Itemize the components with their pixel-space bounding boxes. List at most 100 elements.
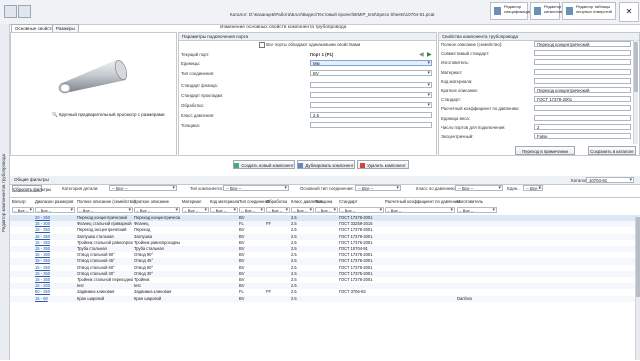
prop-value-field[interactable]: Переход концентрический — [534, 41, 631, 47]
flange-std-label: Стандарт фланца: — [181, 83, 218, 88]
prop-value-field[interactable]: ГОСТ 17378-2001 — [534, 96, 631, 103]
size-range-link[interactable]: 15 - 50 — [35, 296, 75, 302]
prop-value-field[interactable] — [534, 105, 631, 112]
table-cell: Кран шаровой — [77, 295, 105, 301]
preview-caption: 🔍 Крупный предварительный просмотр с раз… — [52, 112, 165, 117]
prev-port-icon[interactable]: ◀ — [419, 51, 424, 58]
save-to-catalog-button[interactable]: Сохранить в каталоге — [588, 146, 636, 155]
preview-note-button[interactable]: Переход в примечании — [515, 146, 575, 155]
prop-value-field[interactable] — [534, 50, 631, 57]
column-filter-select[interactable]: -- Все -- — [291, 207, 314, 213]
duplicate-component-button[interactable]: Дублировать компонент — [297, 160, 355, 169]
column-filter-select[interactable]: -- Все -- — [339, 207, 384, 213]
units-select[interactable]: Мм — [310, 60, 432, 66]
column-filter-select[interactable]: -- Все -- — [77, 207, 133, 213]
column-filter-select[interactable]: -- Все -- — [210, 207, 238, 213]
component-type-filter-select[interactable]: -- Все -- — [223, 185, 289, 191]
close-button[interactable]: ✕ — [619, 2, 639, 22]
units-filter-select[interactable]: -- Все -- — [523, 185, 543, 191]
pipe-preview-image — [58, 60, 128, 94]
column-filter-select[interactable]: -- Все -- — [12, 207, 34, 213]
table-scrollbar[interactable] — [635, 215, 640, 360]
component-type-filter-label: Тип компонента: — [190, 186, 223, 191]
same-ports-checkbox[interactable] — [259, 42, 265, 48]
prop-value-field[interactable]: Переход концентрический — [534, 87, 631, 93]
prop-label: Код материала: — [441, 78, 473, 84]
prop-label: Полное описание (семейство): — [441, 42, 503, 47]
column-header[interactable]: Полное описание (семейство) — [77, 199, 136, 204]
machining-select[interactable] — [310, 102, 432, 108]
column-filter-select[interactable]: -- Все -- — [182, 207, 209, 213]
conn-type-select[interactable]: BV — [310, 70, 432, 76]
prop-label: Изготовитель: — [441, 60, 469, 66]
delete-component-button[interactable]: Удалить компонент — [357, 160, 409, 169]
save-icon[interactable] — [18, 5, 31, 18]
column-filter-select[interactable]: -- Все -- — [239, 207, 265, 213]
add-icon — [234, 163, 240, 169]
duplicate-icon — [298, 163, 304, 169]
prop-value-field[interactable]: 2 — [534, 123, 631, 130]
app-icon — [4, 5, 17, 18]
thickness-input[interactable] — [310, 122, 432, 128]
column-filter-select[interactable]: -- Все -- — [134, 207, 180, 213]
next-port-icon[interactable]: ▶ — [427, 51, 432, 58]
prop-label: Краткое описание: — [441, 88, 479, 93]
machining-label: Обработка: — [181, 103, 204, 108]
category-filter-select[interactable]: -- Все -- — [109, 185, 177, 191]
column-filter-select[interactable]: -- Все -- — [457, 207, 497, 213]
column-header[interactable]: Обработка — [266, 199, 287, 204]
side-panel-strip[interactable]: Редактор компонентов трубопровода — [0, 24, 10, 360]
catalog-filter-select[interactable]: 10704-91 — [586, 177, 634, 183]
sidebar-label: Редактор компонентов трубопровода — [1, 154, 6, 233]
prop-label: Эксцентричный: — [441, 134, 474, 139]
column-filter-select[interactable]: -- Все -- — [266, 207, 290, 213]
catalog-editor-button[interactable]: Редактор каталогов — [530, 2, 562, 20]
column-header[interactable]: Толщина — [315, 199, 332, 204]
prop-label: Единица веса: — [441, 115, 470, 121]
zoom-icon[interactable]: 🔍 — [52, 112, 59, 117]
thickness-label: Толщина: — [181, 123, 200, 128]
table-cell: Danfoss — [457, 295, 473, 301]
pressure-filter-label: Класс по давлению: — [416, 186, 456, 191]
current-port-label: Текущий порт: — [181, 52, 210, 57]
table-cell: 2.5 — [291, 295, 297, 301]
prop-value-field[interactable] — [534, 114, 631, 121]
column-filter-select[interactable]: -- Все -- — [35, 207, 75, 213]
column-filter-select[interactable]: -- Все -- — [385, 207, 455, 213]
spec-editor-button[interactable]: Редактор спецификаций — [490, 2, 531, 20]
column-header[interactable]: Изготовитель — [457, 199, 483, 204]
conn-type-filter-label: Основной тип соединения: — [300, 186, 354, 191]
conn-type-filter-select[interactable]: -- Все -- — [355, 185, 401, 191]
pressure-filter-select[interactable]: -- Все -- — [455, 185, 503, 191]
prop-label: Совместимый стандарт: — [441, 51, 490, 57]
table-cell: Кран шаровой — [134, 295, 162, 301]
prop-value-field[interactable]: False — [534, 133, 631, 139]
column-header[interactable]: Вольтр — [12, 199, 26, 204]
liner-std-select[interactable] — [310, 92, 432, 98]
port-params-header: Параметры подключения порта — [179, 33, 436, 41]
column-header[interactable]: Диапазон размеров — [35, 199, 73, 204]
reset-filters-button[interactable]: Сбросить фильтры — [12, 185, 51, 192]
pressure-class-label: Класс давления: — [181, 113, 215, 118]
column-header[interactable]: Краткое описание — [134, 199, 169, 204]
conn-type-label: Тип соединения: — [181, 71, 215, 76]
preview-panel — [10, 32, 177, 156]
column-header[interactable]: Стандарт — [339, 199, 357, 204]
pressure-class-input[interactable]: 2.5 — [310, 112, 432, 118]
table-cell: BV — [239, 295, 245, 301]
table-editor-button[interactable]: Редактор таблицы опорных отверстий — [562, 2, 616, 20]
same-ports-checkbox-row[interactable]: Все порты обладают одинаковыми свойствам… — [259, 42, 360, 48]
prop-value-field[interactable] — [534, 68, 631, 75]
props-scrollbar[interactable] — [633, 40, 638, 144]
category-filter-label: Категория детали: — [62, 186, 99, 191]
column-header[interactable]: Код материала — [210, 199, 239, 204]
prop-value-field[interactable] — [534, 59, 631, 66]
delete-icon — [360, 163, 366, 169]
column-filter-select[interactable]: -- Все -- — [315, 207, 338, 213]
column-header[interactable]: Материал — [182, 199, 201, 204]
create-component-button[interactable]: Создать новый компонент — [233, 160, 295, 169]
column-header[interactable]: Расчетный коэффициент по давлению — [385, 199, 460, 204]
table-row[interactable]: 15 - 50 Кран шаровой Кран шаровой BV 2.5 Danf… — [10, 295, 640, 302]
prop-value-field[interactable] — [534, 77, 631, 84]
flange-std-select[interactable] — [310, 82, 432, 88]
